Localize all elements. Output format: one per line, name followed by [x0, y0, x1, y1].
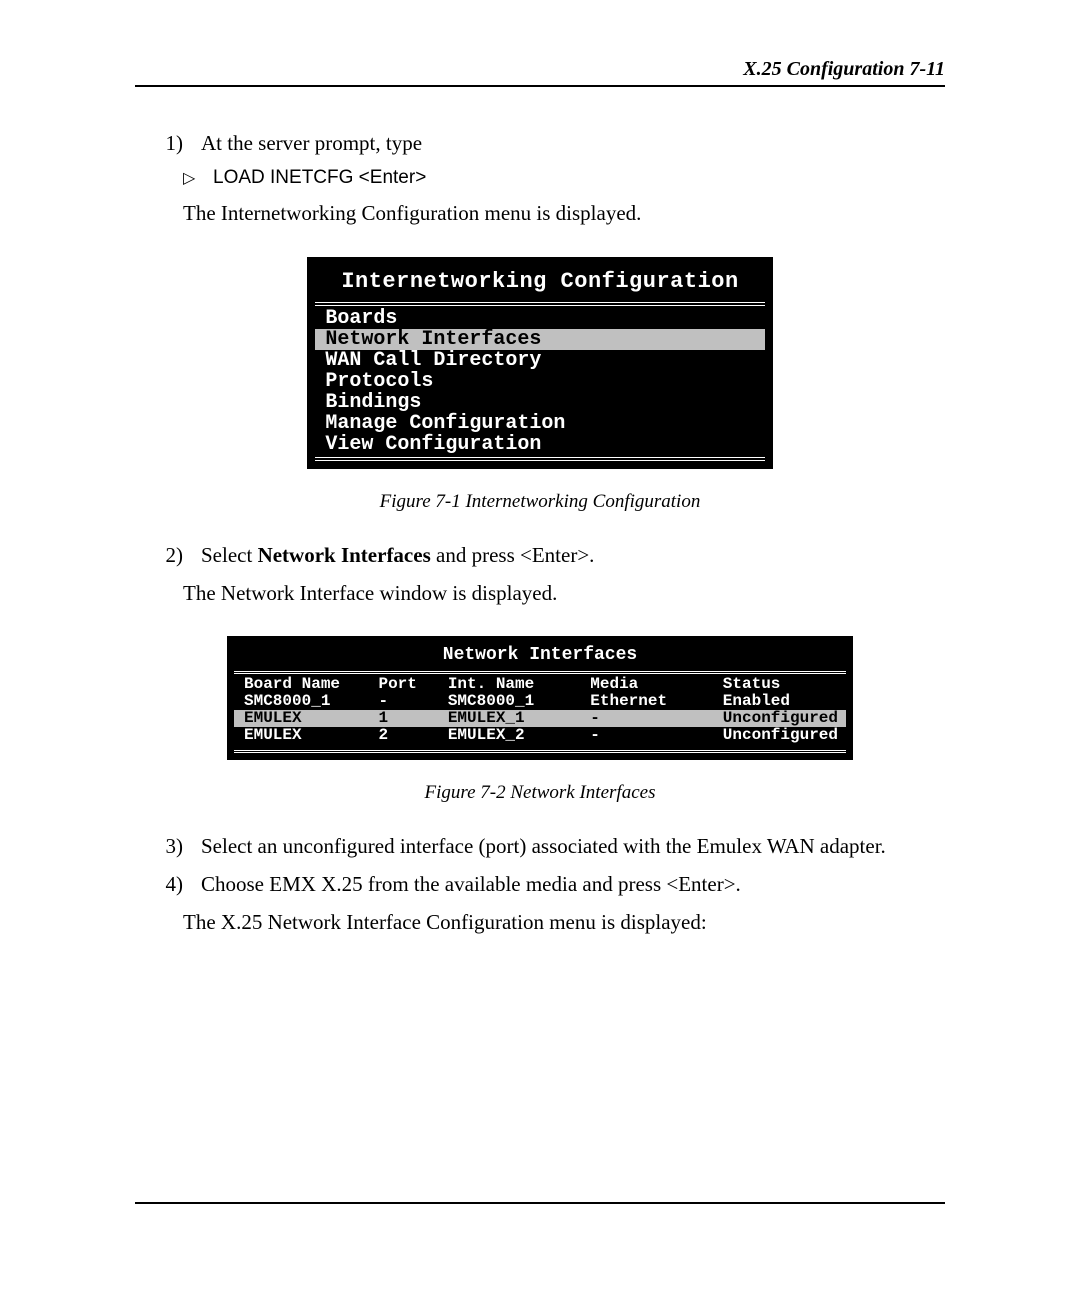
cell: - — [586, 710, 719, 727]
triangle-icon: ▷ — [183, 168, 213, 188]
step-text: Choose EMX X.25 from the available media… — [201, 870, 945, 898]
cell: Unconfigured — [719, 727, 846, 744]
step-1: 1) At the server prompt, type — [135, 129, 945, 157]
menu-item-wan-call-directory[interactable]: WAN Call Directory — [315, 350, 764, 371]
cell: Ethernet — [586, 693, 719, 710]
menu-item-bindings[interactable]: Bindings — [315, 392, 764, 413]
step-2-post: and press <Enter>. — [431, 543, 595, 567]
document-page: X.25 Configuration 7-11 1) At the server… — [0, 0, 1080, 1296]
step-text: Select Network Interfaces and press <Ent… — [201, 541, 945, 569]
interfaces-table: Board Name Port Int. Name Media Status S… — [234, 676, 846, 743]
cell: - — [374, 693, 443, 710]
table-row[interactable]: EMULEX 2 EMULEX_2 - Unconfigured — [234, 727, 846, 744]
step-text: At the server prompt, type — [201, 129, 945, 157]
menu-item-protocols[interactable]: Protocols — [315, 371, 764, 392]
figure-7-1-caption: Figure 7-1 Internetworking Configuration — [135, 491, 945, 513]
col-int-name: Int. Name — [444, 676, 586, 693]
table-row[interactable]: EMULEX 1 EMULEX_1 - Unconfigured — [234, 710, 846, 727]
command-text: LOAD INETCFG <Enter> — [213, 167, 426, 189]
cell: EMULEX — [234, 727, 374, 744]
cell: 1 — [374, 710, 443, 727]
cell: EMULEX — [234, 710, 374, 727]
header-title: X.25 Configuration 7-11 — [743, 58, 945, 80]
step-number: 4) — [135, 870, 201, 898]
terminal-title: Network Interfaces — [234, 643, 846, 671]
terminal-table: Network Interfaces Board Name Port Int. … — [227, 636, 853, 759]
step-2-bold: Network Interfaces — [258, 543, 431, 567]
step-text: Select an unconfigured interface (port) … — [201, 832, 945, 860]
col-port: Port — [374, 676, 443, 693]
terminal-body: Boards Network Interfaces WAN Call Direc… — [315, 302, 764, 461]
step-4: 4) Choose EMX X.25 from the available me… — [135, 870, 945, 898]
step-2-follow: The Network Interface window is displaye… — [183, 579, 945, 608]
cell: SMC8000_1 — [444, 693, 586, 710]
cell: SMC8000_1 — [234, 693, 374, 710]
page-header: X.25 Configuration 7-11 — [135, 58, 945, 87]
figure-7-1: Internetworking Configuration Boards Net… — [135, 257, 945, 469]
cell: Enabled — [719, 693, 846, 710]
step-3: 3) Select an unconfigured interface (por… — [135, 832, 945, 860]
command-line: ▷ LOAD INETCFG <Enter> — [183, 167, 945, 189]
menu-item-boards[interactable]: Boards — [315, 308, 764, 329]
step-number: 3) — [135, 832, 201, 860]
figure-7-2-caption: Figure 7-2 Network Interfaces — [135, 782, 945, 804]
table-header-row: Board Name Port Int. Name Media Status — [234, 676, 846, 693]
col-board-name: Board Name — [234, 676, 374, 693]
cell: EMULEX_2 — [444, 727, 586, 744]
step-2-pre: Select — [201, 543, 258, 567]
terminal-body: Board Name Port Int. Name Media Status S… — [234, 671, 846, 752]
terminal-menu: Internetworking Configuration Boards Net… — [307, 257, 772, 469]
terminal-title: Internetworking Configuration — [315, 265, 764, 302]
step-number: 1) — [135, 129, 201, 157]
menu-item-view-configuration[interactable]: View Configuration — [315, 434, 764, 455]
col-status: Status — [719, 676, 846, 693]
figure-7-2: Network Interfaces Board Name Port Int. … — [135, 636, 945, 759]
cell: 2 — [374, 727, 443, 744]
step-2: 2) Select Network Interfaces and press <… — [135, 541, 945, 569]
cell: Unconfigured — [719, 710, 846, 727]
step-1-follow: The Internetworking Configuration menu i… — [183, 199, 945, 228]
cell: - — [586, 727, 719, 744]
menu-item-network-interfaces[interactable]: Network Interfaces — [315, 329, 764, 350]
cell: EMULEX_1 — [444, 710, 586, 727]
step-number: 2) — [135, 541, 201, 569]
table-row[interactable]: SMC8000_1 - SMC8000_1 Ethernet Enabled — [234, 693, 846, 710]
page-footer-rule — [135, 1202, 945, 1204]
col-media: Media — [586, 676, 719, 693]
step-4-follow: The X.25 Network Interface Configuration… — [183, 908, 945, 937]
menu-item-manage-configuration[interactable]: Manage Configuration — [315, 413, 764, 434]
